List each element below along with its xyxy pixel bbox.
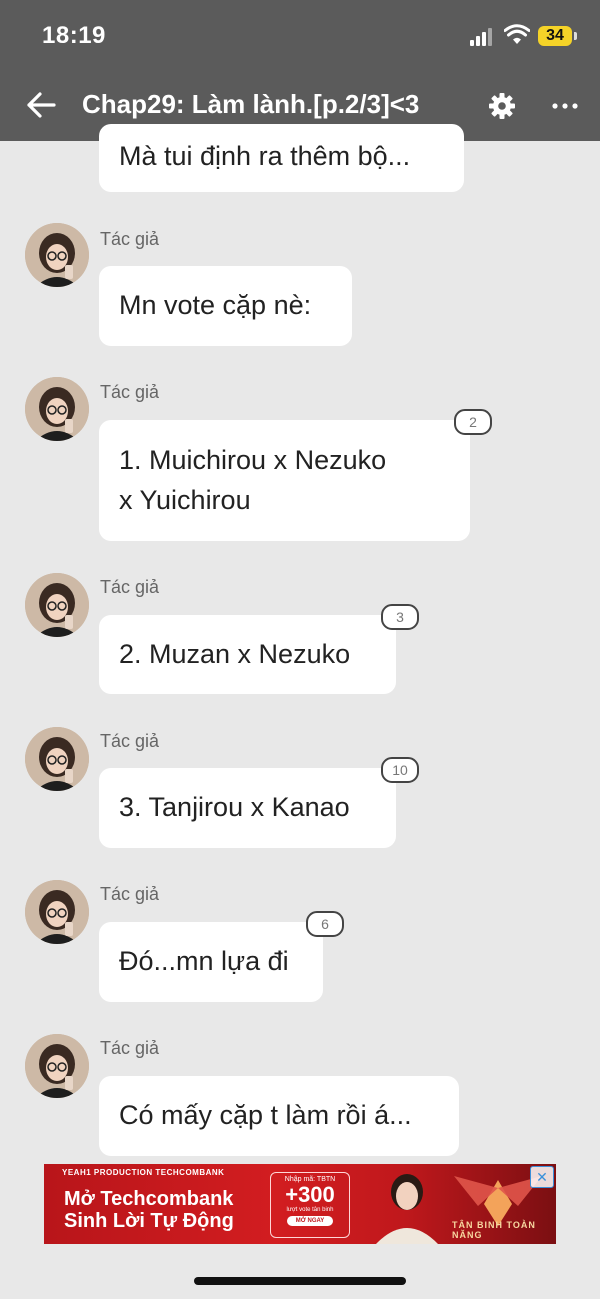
author-avatar[interactable] bbox=[25, 880, 89, 944]
comment-count-badge[interactable]: 6 bbox=[306, 911, 344, 937]
ad-promo-sub: lượt vote tân binh bbox=[286, 1207, 334, 1213]
message-bubble: Đó...mn lựa đi bbox=[99, 922, 323, 1002]
ad-headline-line1: Mở Techcombank bbox=[64, 1188, 234, 1210]
message-bubble: Có mấy cặp t làm rồi á... bbox=[99, 1076, 459, 1156]
author-name: Tác giả bbox=[100, 884, 160, 904]
message-text-line: x Yuichirou bbox=[119, 485, 251, 515]
avatar-image bbox=[25, 377, 89, 441]
ad-person-image bbox=[376, 1174, 438, 1244]
author-avatar[interactable] bbox=[25, 727, 89, 791]
ad-promo-value: +300 bbox=[285, 1182, 335, 1207]
home-indicator[interactable] bbox=[194, 1277, 406, 1285]
message-text: 3. Tanjirou x Kanao bbox=[119, 792, 350, 822]
author-avatar[interactable] bbox=[25, 377, 89, 441]
comment-count-badge[interactable]: 2 bbox=[454, 409, 492, 435]
author-name: Tác giả bbox=[100, 382, 160, 402]
comment-count-badge[interactable]: 3 bbox=[381, 604, 419, 630]
top-bar-overlay bbox=[0, 0, 600, 141]
author-name: Tác giả bbox=[100, 1038, 160, 1058]
message-bubble: 1. Muichirou x Nezuko x Yuichirou bbox=[99, 420, 470, 541]
message-bubble: 2. Muzan x Nezuko bbox=[99, 615, 396, 694]
author-name: Tác giả bbox=[100, 577, 160, 597]
avatar-image bbox=[25, 880, 89, 944]
ad-banner[interactable]: YEAH1 PRODUCTION TECHCOMBANK Mở Techcomb… bbox=[44, 1164, 556, 1244]
comment-count-badge[interactable]: 10 bbox=[381, 757, 419, 783]
author-avatar[interactable] bbox=[25, 223, 89, 287]
author-name: Tác giả bbox=[100, 229, 160, 249]
message-text-line: 1. Muichirou x Nezuko bbox=[119, 445, 387, 475]
avatar-image bbox=[25, 223, 89, 287]
ad-cta-button[interactable]: MỞ NGAY bbox=[287, 1216, 333, 1226]
ad-sponsors: YEAH1 PRODUCTION TECHCOMBANK bbox=[62, 1168, 225, 1177]
message-text: Mn vote cặp nè: bbox=[119, 290, 312, 320]
ad-logo-text: TÂN BINH TOÀN NĂNG bbox=[452, 1220, 536, 1240]
author-avatar[interactable] bbox=[25, 1034, 89, 1098]
author-avatar[interactable] bbox=[25, 573, 89, 637]
ad-promo-box: Nhập mã: TBTN +300 lượt vote tân binh MỞ… bbox=[270, 1172, 350, 1238]
ad-choices-icon[interactable]: ✕ bbox=[530, 1166, 554, 1188]
avatar-image bbox=[25, 727, 89, 791]
avatar-image bbox=[25, 1034, 89, 1098]
author-name: Tác giả bbox=[100, 731, 160, 751]
message-text: Mà tui định ra thêm bộ... bbox=[119, 141, 411, 171]
message-text: 2. Muzan x Nezuko bbox=[119, 639, 351, 669]
ad-headline-line2: Sinh Lời Tự Động bbox=[64, 1210, 234, 1232]
message-text: Đó...mn lựa đi bbox=[119, 946, 289, 976]
message-bubble: Mn vote cặp nè: bbox=[99, 266, 352, 346]
avatar-image bbox=[25, 573, 89, 637]
ad-headline: Mở Techcombank Sinh Lời Tự Động bbox=[64, 1188, 234, 1232]
message-text: Có mấy cặp t làm rồi á... bbox=[119, 1100, 412, 1130]
message-bubble: 3. Tanjirou x Kanao bbox=[99, 768, 396, 848]
